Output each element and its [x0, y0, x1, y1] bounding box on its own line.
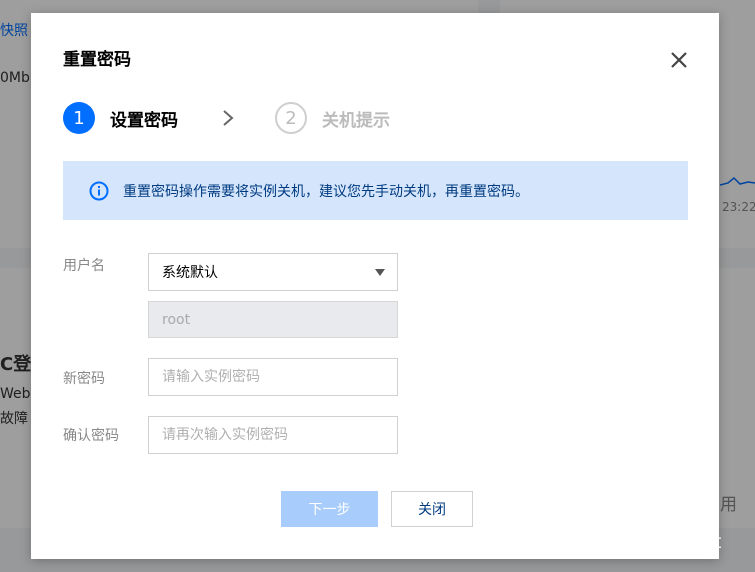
- username-label: 用户名: [63, 258, 105, 274]
- username-select[interactable]: 系统默认: [148, 253, 398, 291]
- confirm-password-input[interactable]: [148, 416, 398, 454]
- step-label-2: 关机提示: [322, 110, 390, 131]
- next-step-button[interactable]: 下一步: [281, 491, 378, 527]
- info-banner: 重置密码操作需要将实例关机，建议您先手动关机，再重置密码。: [63, 161, 688, 220]
- close-icon: [671, 52, 687, 68]
- username-value: root: [162, 311, 191, 328]
- confirm-password-label: 确认密码: [63, 428, 119, 444]
- close-dialog-button[interactable]: 关闭: [391, 491, 473, 527]
- step-number-2: 2: [275, 102, 307, 134]
- info-text: 重置密码操作需要将实例关机，建议您先手动关机，再重置密码。: [123, 183, 529, 200]
- username-value-field: root: [148, 301, 398, 338]
- new-password-label: 新密码: [63, 371, 105, 387]
- username-select-value: 系统默认: [162, 265, 218, 281]
- watermark: 知乎 @let: [634, 531, 722, 553]
- dialog-title: 重置密码: [63, 50, 131, 70]
- caret-down-icon: [375, 269, 385, 276]
- step-label-1: 设置密码: [110, 110, 178, 131]
- chevron-right-icon: [223, 110, 234, 126]
- step-shutdown-notice: 2 关机提示: [275, 101, 390, 135]
- step-set-password: 1 设置密码: [63, 101, 178, 135]
- info-icon: [89, 181, 109, 200]
- close-button[interactable]: [669, 50, 689, 70]
- step-number-1: 1: [63, 102, 95, 134]
- reset-password-dialog: 重置密码 1 设置密码 2 关机提示 重置密码操作需要将实例关机，建议您先手动关…: [31, 13, 719, 559]
- new-password-input[interactable]: [148, 358, 398, 396]
